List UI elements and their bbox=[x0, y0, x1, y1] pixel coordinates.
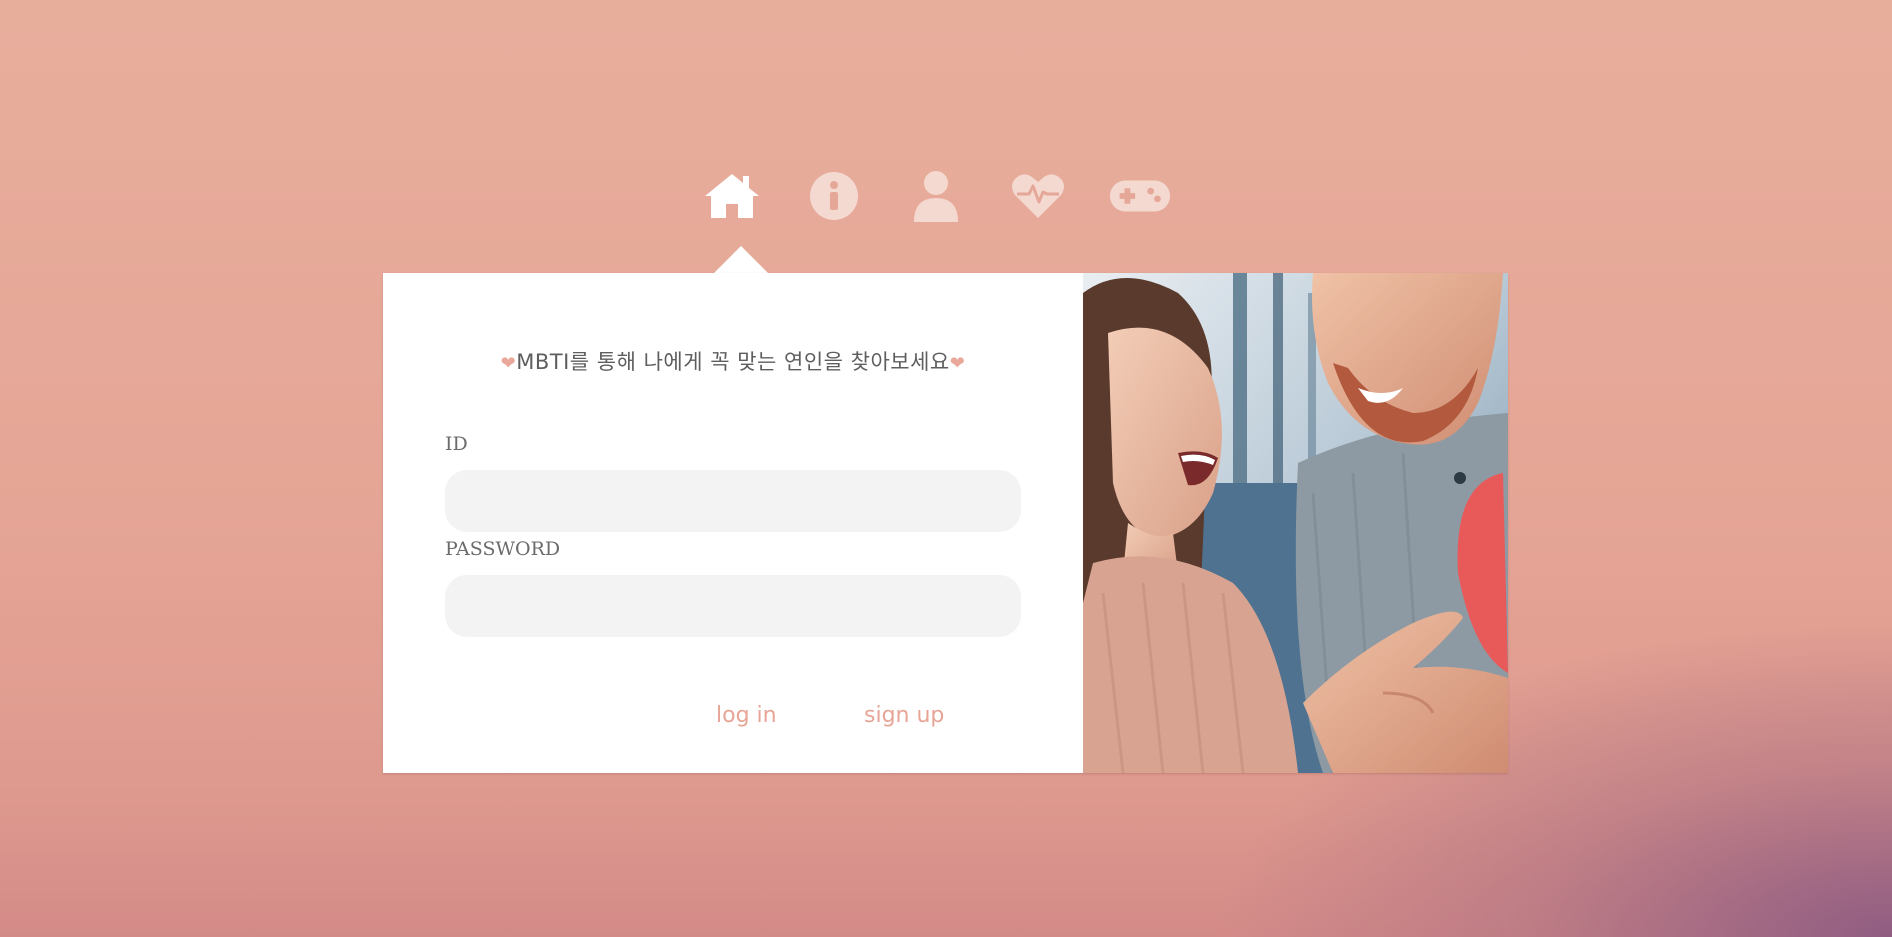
nav-match[interactable] bbox=[1006, 170, 1070, 222]
nav-profile[interactable] bbox=[904, 170, 968, 222]
heart-icon: ❤ bbox=[500, 353, 517, 374]
signup-button[interactable]: sign up bbox=[864, 703, 944, 728]
headline-text: MBTI를 통해 나에게 꼭 맞는 연인을 찾아보세요 bbox=[516, 350, 950, 374]
nav-game[interactable] bbox=[1108, 170, 1172, 222]
top-nav bbox=[700, 170, 1200, 222]
heartbeat-icon bbox=[1012, 174, 1064, 218]
couple-photo bbox=[1083, 273, 1508, 773]
home-icon bbox=[705, 174, 759, 218]
login-card: ❤MBTI를 통해 나에게 꼭 맞는 연인을 찾아보세요❤ ID PASSWOR… bbox=[383, 273, 1508, 773]
password-label: PASSWORD bbox=[445, 538, 561, 560]
password-input[interactable] bbox=[445, 575, 1021, 637]
login-form: ❤MBTI를 통해 나에게 꼭 맞는 연인을 찾아보세요❤ ID PASSWOR… bbox=[383, 273, 1083, 773]
nav-home[interactable] bbox=[700, 170, 764, 222]
gamepad-icon bbox=[1109, 180, 1171, 212]
login-button[interactable]: log in bbox=[716, 703, 777, 728]
id-input[interactable] bbox=[445, 470, 1021, 532]
active-tab-pointer bbox=[714, 246, 768, 273]
info-icon bbox=[810, 172, 858, 220]
id-label: ID bbox=[445, 433, 468, 455]
nav-info[interactable] bbox=[802, 170, 866, 222]
user-icon bbox=[914, 171, 958, 222]
heart-icon: ❤ bbox=[949, 353, 966, 374]
login-headline: ❤MBTI를 통해 나에게 꼭 맞는 연인을 찾아보세요❤ bbox=[383, 346, 1083, 376]
